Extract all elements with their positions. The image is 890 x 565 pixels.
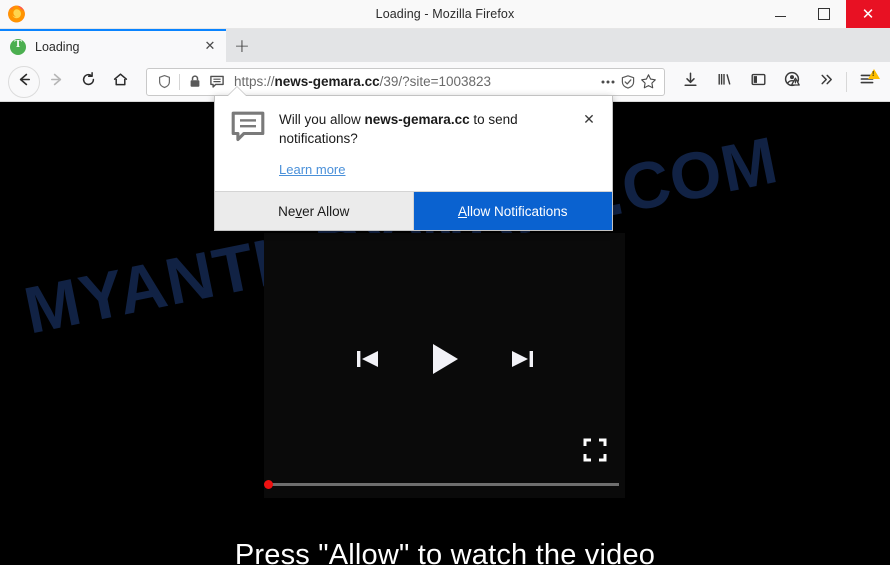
video-progress-bar[interactable] <box>270 483 619 486</box>
library-button[interactable] <box>707 66 741 98</box>
notification-permission-popup: Will you allow news-gemara.cc to send no… <box>214 87 613 232</box>
allow-notifications-label: Allow Notifications <box>457 203 568 219</box>
never-allow-label: Never Allow <box>278 203 350 219</box>
learn-more-link[interactable]: Learn more <box>279 162 345 177</box>
notification-permission-icon[interactable] <box>206 71 228 93</box>
toolbar-actions <box>673 66 884 98</box>
account-warning-icon <box>783 70 801 93</box>
ellipsis-icon[interactable] <box>598 71 618 93</box>
fullscreen-icon[interactable] <box>583 438 607 462</box>
never-allow-button[interactable]: Never Allow <box>215 192 414 231</box>
window-controls: ✕ <box>758 0 890 28</box>
account-button[interactable] <box>775 66 809 98</box>
close-window-button[interactable]: ✕ <box>846 0 890 28</box>
sidebar-icon <box>750 71 767 93</box>
back-arrow-icon <box>16 71 33 93</box>
minimize-button[interactable] <box>758 0 802 28</box>
maximize-icon <box>818 8 830 20</box>
speech-bubble-notification-icon <box>231 111 265 148</box>
allow-notifications-button[interactable]: Allow Notifications <box>413 192 612 231</box>
urlbar-divider <box>179 73 180 90</box>
permission-question: Will you allow news-gemara.cc to send no… <box>279 110 569 148</box>
popup-close-button[interactable]: ✕ <box>580 111 598 129</box>
question-prefix: Will you allow <box>279 112 365 127</box>
urlbar-actions <box>598 71 658 93</box>
menu-warning-badge-icon <box>868 68 880 79</box>
close-icon: ✕ <box>861 4 875 23</box>
library-icon <box>716 71 733 93</box>
home-button[interactable] <box>104 66 136 98</box>
player-controls <box>264 340 625 383</box>
overflow-button[interactable] <box>809 66 843 98</box>
url-text: https://news-gemara.cc/39/?site=1003823 <box>234 74 598 89</box>
new-tab-button[interactable]: + <box>226 29 258 62</box>
tab-favicon-icon <box>10 38 26 55</box>
popup-actions: Never Allow Allow Notifications <box>215 191 612 231</box>
chevron-double-right-icon <box>818 71 835 93</box>
tab-strip: Loading ✕ + <box>0 29 890 62</box>
star-bookmark-icon[interactable] <box>638 71 658 93</box>
download-icon <box>682 71 699 93</box>
reload-button[interactable] <box>72 66 104 98</box>
question-host: news-gemara.cc <box>364 112 470 127</box>
window-title: Loading - Mozilla Firefox <box>375 7 515 21</box>
popup-arrow <box>228 87 246 96</box>
padlock-icon[interactable] <box>184 71 206 93</box>
minimize-icon <box>774 16 786 17</box>
skip-next-icon[interactable] <box>507 344 537 379</box>
firefox-logo-icon <box>6 3 27 24</box>
popup-body: Will you allow news-gemara.cc to send no… <box>215 96 612 191</box>
toolbar-divider <box>846 71 847 92</box>
title-bar: Loading - Mozilla Firefox ✕ <box>0 0 890 29</box>
tracking-protection-shield-icon[interactable] <box>153 71 175 93</box>
reload-icon <box>80 71 97 93</box>
forward-arrow-icon <box>48 71 65 93</box>
popup-texts: Will you allow news-gemara.cc to send no… <box>279 110 570 179</box>
home-icon <box>112 71 129 93</box>
maximize-button[interactable] <box>802 0 846 28</box>
video-player[interactable] <box>264 233 625 498</box>
url-path: /39/?site=1003823 <box>379 74 492 89</box>
sidebar-button[interactable] <box>741 66 775 98</box>
reader-mode-icon[interactable] <box>618 71 638 93</box>
downloads-button[interactable] <box>673 66 707 98</box>
firefox-browser-window: Loading - Mozilla Firefox ✕ Loading ✕ + <box>0 0 890 565</box>
close-tab-button[interactable]: ✕ <box>200 37 220 57</box>
url-host: news-gemara.cc <box>274 74 380 89</box>
play-icon[interactable] <box>427 340 463 383</box>
video-progress-handle[interactable] <box>264 480 273 489</box>
tab-title: Loading <box>35 39 80 54</box>
browser-tab[interactable]: Loading ✕ <box>0 29 226 62</box>
address-bar[interactable]: https://news-gemara.cc/39/?site=1003823 <box>146 67 665 96</box>
app-menu-button[interactable] <box>850 66 884 98</box>
skip-previous-icon[interactable] <box>353 344 383 379</box>
call-to-action-text: Press "Allow" to watch the video <box>234 539 656 565</box>
forward-button[interactable] <box>40 66 72 98</box>
back-button[interactable] <box>8 65 40 98</box>
